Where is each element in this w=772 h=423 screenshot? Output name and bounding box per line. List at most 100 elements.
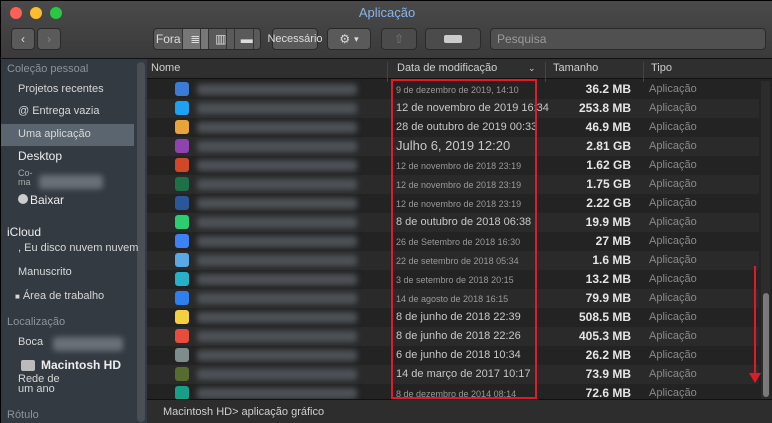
hard-drive-icon <box>21 360 35 372</box>
sidebar-item-airdrop[interactable]: @ Entrega vazia <box>18 105 100 117</box>
column-separator[interactable] <box>643 62 644 82</box>
sidebar-item-documents[interactable]: Co- ma <box>18 169 33 187</box>
sidebar-item-applications[interactable]: Uma aplicação <box>18 128 91 140</box>
action-menu-button[interactable]: ⚙ ▾ <box>327 28 371 50</box>
cell-date: 8 de outubro de 2018 06:38 <box>396 216 532 228</box>
sidebar-item-icloud-drive[interactable]: , Eu disco nuvem nuvem <box>18 242 138 254</box>
table-row[interactable]: 28 de outubro de 2019 00:33 46.9 MB Aplica… <box>147 118 759 137</box>
app-icon <box>175 253 189 267</box>
sidebar-item-boca[interactable]: Boca <box>18 336 43 348</box>
cell-date: 8 de dezembro de 2014 08:14 <box>396 389 517 399</box>
app-icon <box>175 139 189 153</box>
file-list-scroll-thumb[interactable] <box>763 293 769 397</box>
table-row[interactable]: 22 de setembro de 2018 05:34 1.6 MB Aplica… <box>147 251 759 270</box>
table-row[interactable]: 12 de novembro de 2018 23:19 2.22 GB Aplic… <box>147 194 759 213</box>
tag-button[interactable] <box>425 28 481 50</box>
chevron-down-icon: ⌄ <box>528 63 536 73</box>
cell-date: 14 de março de 2017 10:17 <box>396 368 531 380</box>
cell-size: 1.62 GB <box>586 158 631 172</box>
file-name-redacted <box>197 274 357 285</box>
view-columns-button[interactable]: ▥ <box>209 29 235 49</box>
cell-date: 12 de novembro de 2018 23:19 <box>396 180 522 190</box>
cell-size: 79.9 MB <box>585 291 631 305</box>
table-row[interactable]: 14 de agosto de 2018 16:15 79.9 MB Aplicaç… <box>147 289 759 308</box>
gallery-icon: ▬ <box>241 29 254 49</box>
file-name-redacted <box>197 122 357 133</box>
app-icon <box>175 329 189 343</box>
table-row[interactable]: 12 de novembro de 2018 23:19 1.62 GB Aplic… <box>147 156 759 175</box>
sidebar-item-recents[interactable]: Projetos recentes <box>18 83 104 95</box>
window-title: Aplicação <box>358 5 416 20</box>
cell-type: Aplicação <box>649 235 697 247</box>
file-name-redacted <box>197 141 357 152</box>
cell-size: 19.9 MB <box>585 215 631 229</box>
download-icon <box>18 194 28 204</box>
file-name-redacted <box>197 312 357 323</box>
sidebar-section-personal: Coleção pessoal <box>7 63 89 75</box>
sidebar-item-network[interactable]: Rede de um ano <box>18 374 60 395</box>
view-icons-button[interactable]: Fora <box>154 29 184 49</box>
cell-size: 1.6 MB <box>592 253 631 267</box>
search-input[interactable]: Pesquisa <box>490 28 766 50</box>
file-name-redacted <box>197 388 357 399</box>
sidebar-section-icloud: iCloud <box>7 225 42 239</box>
cell-size: 26.2 MB <box>585 348 631 362</box>
file-name-redacted <box>197 179 357 190</box>
table-row[interactable]: Julho 6, 2019 12:20 2.81 GB Aplicação <box>147 137 759 156</box>
cell-date: 8 de junho de 2018 22:26 <box>396 330 521 342</box>
cell-date: 22 de setembro de 2018 05:34 <box>396 256 519 266</box>
cell-date: 12 de novembro de 2018 23:19 <box>396 199 522 209</box>
sidebar-item-desktop[interactable]: Desktop <box>18 149 62 163</box>
column-header-date[interactable]: Data de modificação <box>397 62 497 74</box>
table-row[interactable]: 6 de junho de 2018 10:34 26.2 MB Aplicação <box>147 346 759 365</box>
arrow-down-icon <box>749 373 761 383</box>
view-gallery-button[interactable]: ▬ <box>235 29 260 49</box>
cell-date: 8 de junho de 2018 22:39 <box>396 311 521 323</box>
sidebar-section-location: Localização <box>7 316 66 328</box>
cell-size: 253.8 MB <box>578 101 631 115</box>
view-list-button[interactable]: ≣ <box>183 29 209 49</box>
app-icon <box>175 120 189 134</box>
table-row[interactable]: 9 de dezembro de 2019, 14:10 36.2 MB Aplic… <box>147 80 759 99</box>
column-separator[interactable] <box>387 62 388 82</box>
table-row[interactable]: 8 de junho de 2018 22:26 405.3 MB Aplicaçã… <box>147 327 759 346</box>
file-name-redacted <box>197 217 357 228</box>
arrange-button[interactable]: Necessário <box>267 28 323 50</box>
app-icon <box>175 272 189 286</box>
cell-date: 28 de outubro de 2019 00:33 <box>396 121 538 133</box>
table-row[interactable]: 12 de novembro de 2019 16:34 253.8 MB Apli… <box>147 99 759 118</box>
table-row[interactable]: 3 de setembro de 2018 20:15 13.2 MB Aplica… <box>147 270 759 289</box>
column-header-type[interactable]: Tipo <box>651 62 672 74</box>
sidebar-item-icloud-desktop[interactable]: ■ Área de trabalho <box>15 290 104 302</box>
cell-type: Aplicação <box>649 292 697 304</box>
cell-size: 2.81 GB <box>586 139 631 153</box>
table-row[interactable]: 12 de novembro de 2018 23:19 1.75 GB Aplic… <box>147 175 759 194</box>
file-name-redacted <box>197 293 357 304</box>
cell-type: Aplicação <box>649 368 697 380</box>
column-header-name[interactable]: Nome <box>151 62 180 74</box>
column-header-size[interactable]: Tamanho <box>553 62 598 74</box>
cell-date: 12 de novembro de 2018 23:19 <box>396 161 522 171</box>
file-name-redacted <box>197 160 357 171</box>
cell-date: 12 de novembro de 2019 16:34 <box>396 102 549 114</box>
table-row[interactable]: 14 de março de 2017 10:17 73.9 MB Aplicaçã… <box>147 365 759 384</box>
table-row[interactable]: 8 de outubro de 2018 06:38 19.9 MB Aplicaç… <box>147 213 759 232</box>
table-row[interactable]: 26 de Setembro de 2018 16:30 27 MB Aplicaç… <box>147 232 759 251</box>
toolbar: Aplicação ‹ › Fora ≣ ▥ ▬ Necessário ⚙ ▾ … <box>1 1 772 59</box>
table-row[interactable]: 8 de junho de 2018 22:39 508.5 MB Aplicaçã… <box>147 308 759 327</box>
forward-button[interactable]: › <box>37 28 61 50</box>
cell-type: Aplicação <box>649 387 697 399</box>
cell-size: 36.2 MB <box>585 82 631 96</box>
cell-type: Aplicação <box>649 349 697 361</box>
sidebar-item-macintosh-hd[interactable]: Macintosh HD <box>21 358 121 372</box>
sidebar-item-downloads[interactable]: Baixar <box>18 193 64 207</box>
file-name-redacted <box>197 103 357 114</box>
file-name-redacted <box>197 198 357 209</box>
share-button[interactable]: ⇧ <box>381 28 417 50</box>
column-separator[interactable] <box>545 62 546 82</box>
sidebar-item-manuscript[interactable]: Manuscrito <box>18 266 72 278</box>
cell-size: 72.6 MB <box>585 386 631 400</box>
app-icon <box>175 234 189 248</box>
back-button[interactable]: ‹ <box>11 28 35 50</box>
finder-window: Aplicação ‹ › Fora ≣ ▥ ▬ Necessário ⚙ ▾ … <box>0 0 772 423</box>
